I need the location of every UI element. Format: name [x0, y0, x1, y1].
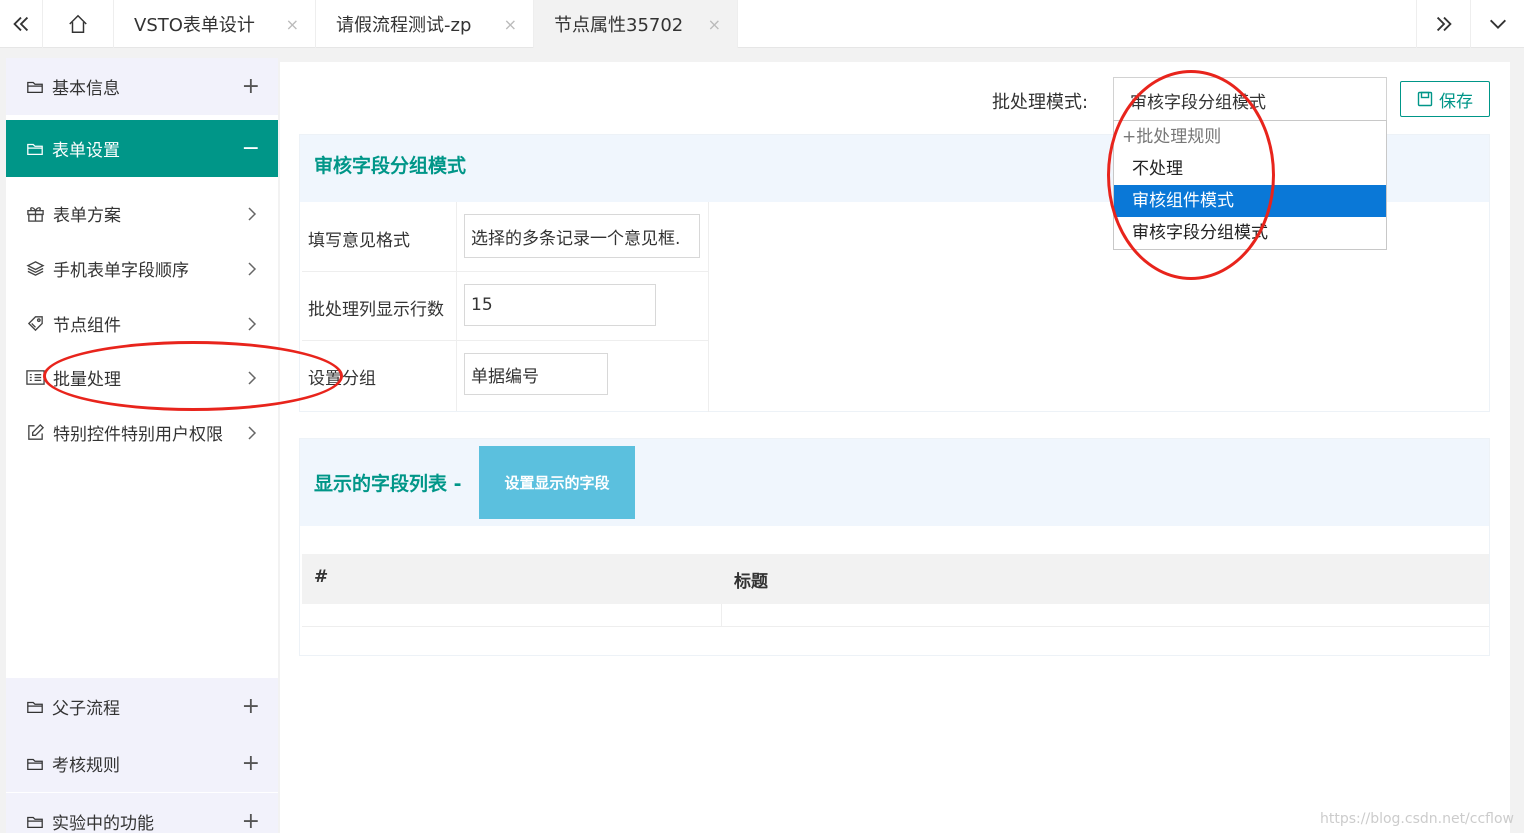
dropdown-option-selected[interactable]: 审核组件模式 — [1114, 185, 1386, 217]
dropdown-option[interactable]: 不处理 — [1114, 153, 1386, 185]
field-label: 设置分组 — [308, 369, 376, 389]
expand-icon: + — [241, 751, 260, 776]
layers-icon — [26, 261, 45, 276]
sidebar-item-label: 特别控件特别用户权限 — [53, 425, 223, 445]
expand-icon: + — [241, 74, 260, 99]
double-chevron-right-icon[interactable] — [1416, 0, 1470, 48]
chevron-right-icon — [248, 370, 257, 385]
sidebar-group-basic-info[interactable]: 基本信息 + — [6, 58, 278, 115]
sidebar: 基本信息 + 表单设置 − 表单方案 手机表单字段顺序 节点组件 批量处理 特别… — [6, 58, 278, 833]
close-icon[interactable]: × — [504, 15, 517, 34]
table-divider — [708, 202, 709, 412]
tab-label: 请假流程测试-zp — [336, 15, 472, 36]
folder-icon — [27, 758, 43, 770]
field-label: 批处理列显示行数 — [308, 300, 444, 320]
gift-icon — [27, 207, 44, 222]
dropdown-group-label: +批处理规则 — [1122, 127, 1222, 147]
folder-icon — [27, 81, 43, 93]
sidebar-item-label: 手机表单字段顺序 — [53, 261, 189, 281]
opinion-format-input[interactable]: 选择的多条记录一个意见框. — [464, 214, 700, 258]
section-display-fields: 显示的字段列表 - 设置显示的字段 # 标题 — [299, 438, 1490, 656]
tab-bar: VSTO表单设计 × 请假流程测试-zp × 节点属性35702 × — [0, 0, 1524, 48]
batch-mode-select[interactable]: 审核字段分组模式 — [1113, 77, 1387, 121]
sidebar-item-batch-processing[interactable]: 批量处理 — [6, 350, 278, 405]
sidebar-group-parent-child-flow[interactable]: 父子流程 + — [6, 678, 278, 735]
chevron-right-icon — [248, 316, 257, 331]
sidebar-group-label: 基本信息 — [52, 79, 120, 99]
batch-mode-label: 批处理模式: — [992, 92, 1089, 113]
folder-icon — [27, 701, 43, 713]
sidebar-item-label: 表单方案 — [53, 206, 121, 226]
chevron-down-icon[interactable] — [1470, 0, 1524, 48]
tab-leave-flow-test[interactable]: 请假流程测试-zp × — [316, 0, 534, 48]
sidebar-item-node-components[interactable]: 节点组件 — [6, 296, 278, 351]
tab-vsto-form-design[interactable]: VSTO表单设计 × — [114, 0, 316, 48]
display-rows-input[interactable]: 15 — [464, 284, 656, 326]
edit-icon — [28, 423, 45, 440]
watermark: https://blog.csdn.net/ccflow — [1320, 811, 1514, 827]
column-divider — [721, 604, 722, 626]
folder-icon — [27, 816, 43, 828]
folder-icon — [27, 143, 43, 155]
sidebar-group-label: 表单设置 — [52, 141, 120, 161]
form-row-opinion-format: 填写意见格式 选择的多条记录一个意见框. — [302, 202, 708, 272]
sidebar-group-label: 实验中的功能 — [52, 814, 154, 833]
close-icon[interactable]: × — [708, 15, 721, 34]
double-chevron-left-icon[interactable] — [0, 0, 42, 48]
column-divider — [456, 341, 457, 411]
keyboard-icon — [26, 370, 45, 385]
section-header: 显示的字段列表 - 设置显示的字段 — [300, 439, 1489, 526]
section-title: 显示的字段列表 - — [314, 473, 462, 495]
chevron-right-icon — [248, 261, 257, 276]
save-button-label: 保存 — [1439, 91, 1473, 112]
table-header: # 标题 — [302, 554, 1489, 604]
column-divider — [456, 272, 457, 340]
collapse-icon: − — [241, 136, 260, 161]
field-label: 填写意见格式 — [308, 231, 410, 251]
close-icon[interactable]: × — [286, 15, 299, 34]
tab-node-properties[interactable]: 节点属性35702 × — [534, 0, 738, 48]
sidebar-group-form-settings[interactable]: 表单设置 − — [6, 120, 278, 177]
sidebar-item-label: 批量处理 — [53, 370, 121, 390]
column-header-title: 标题 — [734, 572, 768, 592]
sidebar-item-label: 节点组件 — [53, 316, 121, 336]
column-header-index: # — [314, 567, 329, 587]
home-icon[interactable] — [42, 0, 114, 48]
tab-label: 节点属性35702 — [554, 15, 684, 36]
tag-icon — [27, 316, 43, 332]
sidebar-group-label: 父子流程 — [52, 699, 120, 719]
sidebar-group-label: 考核规则 — [52, 756, 120, 776]
save-button[interactable]: 保存 — [1400, 81, 1490, 117]
save-icon — [1417, 91, 1433, 107]
column-divider — [456, 202, 457, 271]
chevron-right-icon — [248, 206, 257, 221]
expand-icon: + — [241, 694, 260, 719]
sidebar-item-special-control-permissions[interactable]: 特别控件特别用户权限 — [6, 405, 278, 460]
tab-label: VSTO表单设计 — [134, 15, 255, 36]
batch-mode-dropdown: +批处理规则 不处理 审核组件模式 审核字段分组模式 — [1113, 120, 1387, 250]
grouping-input[interactable]: 单据编号 — [464, 353, 608, 395]
main-content: 批处理模式: 审核字段分组模式 保存 +批处理规则 不处理 审核组件模式 审核字… — [280, 62, 1510, 833]
sidebar-item-mobile-field-order[interactable]: 手机表单字段顺序 — [6, 241, 278, 296]
sidebar-group-assessment-rules[interactable]: 考核规则 + — [6, 735, 278, 792]
dropdown-option[interactable]: 审核字段分组模式 — [1114, 217, 1386, 249]
table-row — [302, 604, 1489, 627]
chevron-right-icon — [248, 425, 257, 440]
form-row-display-rows: 批处理列显示行数 15 — [302, 272, 708, 341]
expand-icon: + — [241, 809, 260, 833]
sidebar-group-experimental-features[interactable]: 实验中的功能 + — [6, 793, 278, 833]
form-row-grouping: 设置分组 单据编号 — [302, 341, 708, 411]
sidebar-item-form-scheme[interactable]: 表单方案 — [6, 186, 278, 241]
set-display-fields-button[interactable]: 设置显示的字段 — [479, 446, 635, 519]
